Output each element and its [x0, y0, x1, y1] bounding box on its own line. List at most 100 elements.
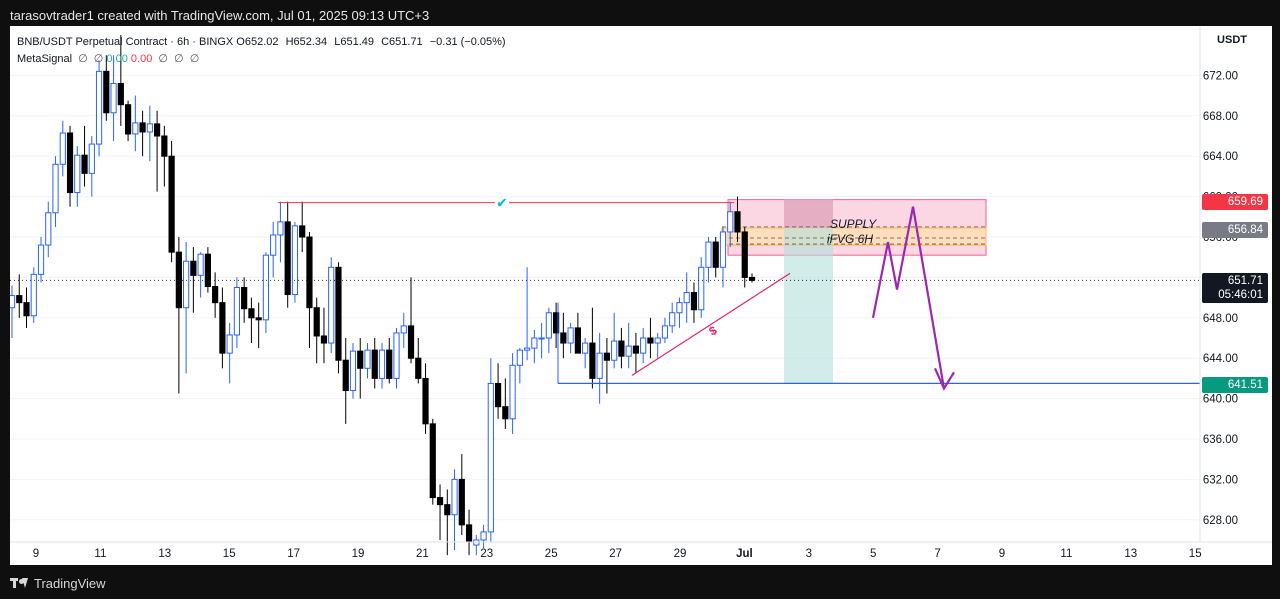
candle-body	[589, 342, 596, 379]
y-tick-label: 632.00	[1203, 474, 1238, 486]
candle-body	[190, 260, 197, 276]
candle	[574, 312, 581, 354]
candle-body	[407, 325, 415, 359]
candle	[161, 125, 168, 187]
candle	[349, 343, 357, 399]
candle	[153, 110, 161, 192]
candle	[16, 274, 23, 318]
x-tick-label: 23	[480, 548, 493, 560]
candle	[494, 363, 502, 419]
candle-body	[502, 406, 509, 420]
candle	[146, 105, 153, 162]
candle-body	[255, 317, 262, 321]
y-tick-label: 628.00	[1203, 515, 1238, 527]
x-tick-label: 11	[1060, 548, 1072, 560]
candle-body	[95, 70, 103, 145]
candle-body	[10, 295, 16, 309]
x-tick-label: 19	[352, 548, 365, 560]
candle-body	[277, 221, 284, 236]
candle-body	[538, 337, 545, 340]
candle	[371, 338, 378, 389]
candle	[465, 509, 473, 556]
candle	[647, 317, 654, 359]
candle	[30, 267, 37, 323]
bar-countdown: 05:46:01	[1218, 289, 1263, 301]
candle-body	[248, 308, 255, 319]
candle-body	[727, 211, 734, 233]
candle-body	[197, 253, 204, 276]
candle	[611, 312, 618, 369]
candle-body	[153, 123, 161, 137]
candle-body	[473, 539, 480, 546]
candle	[618, 327, 625, 369]
candle-body	[117, 82, 124, 106]
chart-caption: tarasovtrader1 created with TradingView.…	[10, 8, 430, 23]
symbol-title[interactable]: BNB/USDT Perpetual Contract · 6h · BINGX	[17, 36, 233, 48]
candle-body	[560, 332, 567, 344]
candle	[516, 348, 523, 384]
candle	[328, 257, 335, 354]
candle	[582, 338, 589, 369]
candle-body	[596, 352, 603, 379]
candle	[741, 226, 748, 288]
candle-body	[719, 231, 727, 268]
candle-body	[335, 266, 342, 361]
candle-body	[168, 155, 175, 253]
candle-body	[219, 302, 226, 354]
candle	[676, 297, 683, 328]
candle	[81, 125, 88, 187]
candle-body	[611, 340, 618, 361]
symbol-legend[interactable]: BNB/USDT Perpetual Contract · 6h · BINGX…	[17, 36, 510, 48]
null-icon: ∅	[189, 53, 200, 65]
candle-body	[371, 349, 378, 379]
candle	[378, 343, 386, 389]
candle	[117, 35, 124, 126]
null-icon: ∅	[158, 53, 168, 65]
close-label: C	[381, 36, 390, 48]
dollar-label: $	[707, 323, 720, 339]
candle	[719, 226, 727, 288]
currency-label[interactable]: USDT	[1217, 34, 1247, 46]
candle-body	[81, 154, 88, 174]
tradingview-brand[interactable]: TradingView	[10, 574, 106, 592]
candle-body	[603, 352, 611, 361]
candle	[284, 201, 291, 308]
candle-body	[226, 334, 233, 354]
indicator-name[interactable]: MetaSignal	[17, 53, 72, 65]
null-icon: ∅	[93, 53, 104, 65]
x-tick-label: Jul	[736, 548, 753, 560]
candle-body	[669, 312, 676, 327]
high-label: H	[285, 36, 294, 48]
candle-body	[444, 504, 451, 516]
open-label: O	[236, 36, 245, 48]
indicator-legend[interactable]: MetaSignal ∅ ∅ 0.00 0.00 ∅ ∅ ∅	[17, 52, 199, 65]
price-chart[interactable]: ✔$SUPPLYiFVG 6H 672.00668.00664.00660.00…	[10, 26, 1272, 565]
x-tick-label: 13	[158, 548, 171, 560]
candle	[74, 146, 81, 207]
candles	[10, 35, 756, 556]
candle-body	[545, 312, 552, 339]
candle	[386, 338, 393, 384]
last-price-tag: 651.71 05:46:01	[1202, 273, 1268, 303]
candle-body	[66, 132, 74, 194]
x-tick-label: 9	[999, 548, 1005, 560]
candle-body	[567, 327, 574, 344]
candle	[654, 332, 661, 359]
candle	[567, 322, 574, 354]
x-tick-label: 7	[934, 548, 940, 560]
candle	[52, 156, 59, 227]
candle-body	[139, 122, 146, 133]
candle-body	[400, 325, 407, 334]
candle-body	[183, 260, 190, 309]
candle-body	[270, 234, 277, 256]
candle	[698, 257, 705, 318]
chart-panel[interactable]: ✔$SUPPLYiFVG 6H 672.00668.00664.00660.00…	[10, 26, 1272, 565]
candle	[190, 247, 197, 313]
candle	[705, 237, 712, 283]
candle	[277, 201, 284, 263]
candle	[37, 237, 45, 283]
close-value: 651.71	[389, 36, 423, 48]
candle	[233, 277, 241, 349]
candle	[407, 277, 415, 364]
candle	[320, 307, 328, 364]
